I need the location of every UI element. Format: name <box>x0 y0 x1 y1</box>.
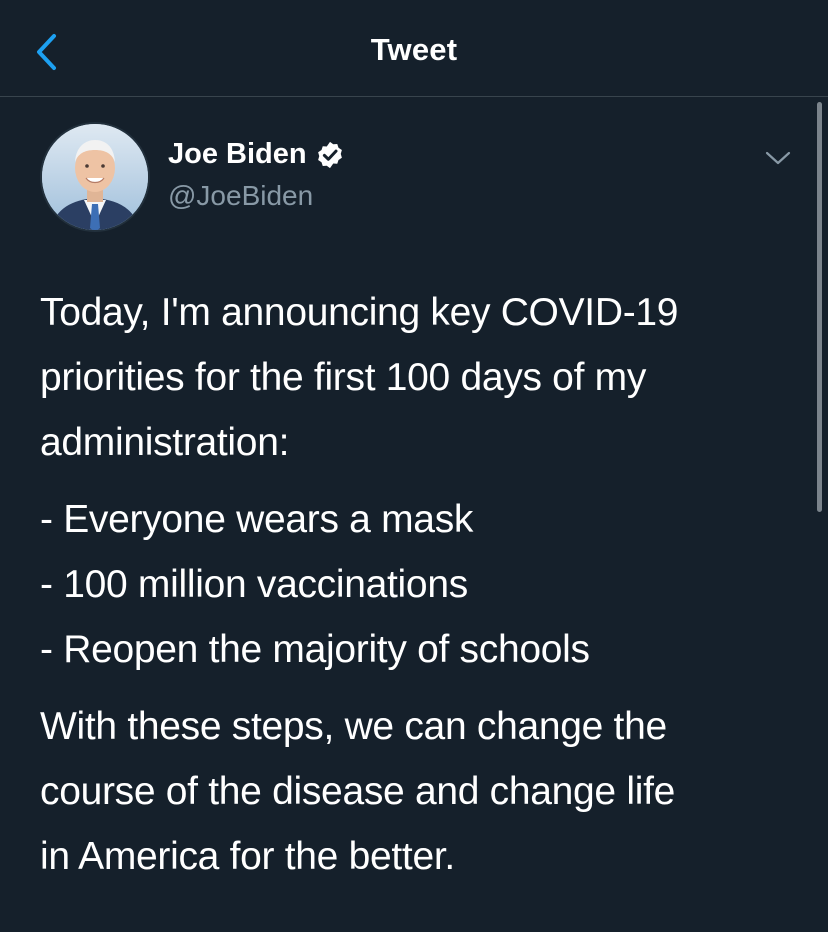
author-name[interactable]: Joe Biden <box>168 138 307 171</box>
tweet-closing: With these steps, we can change the cour… <box>40 694 800 889</box>
tweet-line: course of the disease and change life <box>40 770 676 813</box>
tweet-line: With these steps, we can change the <box>40 705 667 748</box>
tweet-line: priorities for the first 100 days of my <box>40 356 647 399</box>
tweet-list-item: - 100 million vaccinations <box>40 563 468 606</box>
tweet-line: in America for the better. <box>40 835 455 878</box>
page-title: Tweet <box>370 32 458 67</box>
more-options-button[interactable] <box>760 140 796 176</box>
top-nav-bar: Tweet <box>0 0 828 97</box>
profile-photo <box>42 124 148 230</box>
author-name-row[interactable]: Joe Biden <box>168 138 345 171</box>
avatar[interactable] <box>40 122 150 232</box>
tweet-screen: Tweet Joe Biden @JoeBiden Today, I'm ann… <box>0 0 828 932</box>
tweet-intro: Today, I'm announcing key COVID-19 prior… <box>40 280 800 475</box>
tweet-line: administration: <box>40 421 290 464</box>
tweet-line: Today, I'm announcing key COVID-19 <box>40 291 679 334</box>
tweet-body: Today, I'm announcing key COVID-19 prior… <box>40 280 800 889</box>
scrollbar[interactable] <box>817 102 822 512</box>
tweet-list-item: - Reopen the majority of schools <box>40 628 590 671</box>
tweet-list: - Everyone wears a mask - 100 million va… <box>40 487 800 682</box>
tweet-list-item: - Everyone wears a mask <box>40 498 474 541</box>
verified-badge-icon <box>317 141 342 168</box>
author-handle[interactable]: @JoeBiden <box>168 180 313 212</box>
chevron-down-icon <box>765 151 791 165</box>
